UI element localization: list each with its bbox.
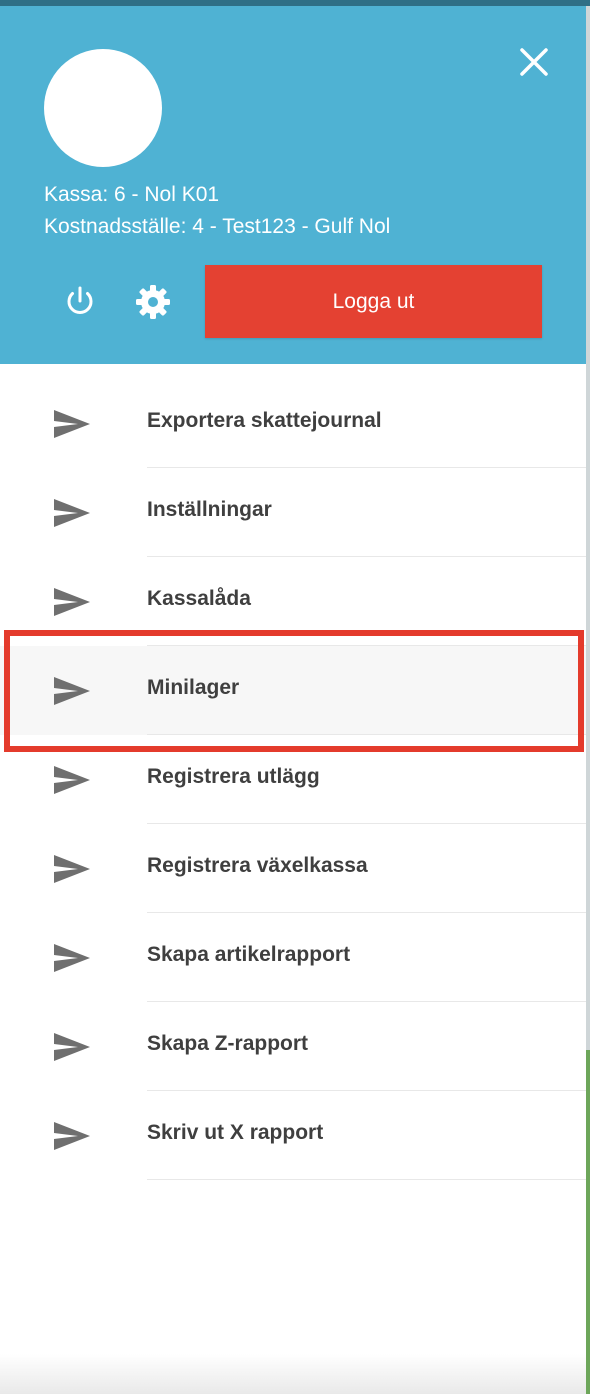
menu-item-label: Registrera växelkassa: [147, 854, 368, 877]
send-icon: [54, 410, 90, 438]
cost-center-info: Kostnadsställe: 4 - Test123 - Gulf Nol: [44, 215, 391, 238]
menu-item-minilager[interactable]: Minilager: [0, 646, 586, 735]
close-button[interactable]: [514, 42, 554, 82]
menu-item-label: Skapa artikelrapport: [147, 943, 351, 966]
send-icon: [54, 677, 90, 705]
menu-item-exportera-skattejournal[interactable]: Exportera skattejournal: [0, 379, 586, 468]
menu-item-skriv-ut-x-rapport[interactable]: Skriv ut X rapport: [0, 1091, 586, 1180]
divider: [147, 1179, 586, 1180]
menu-item-kassalada[interactable]: Kassalåda: [0, 557, 586, 646]
gear-icon: [136, 285, 170, 319]
drawer-header: Kassa: 6 - Nol K01 Kostnadsställe: 4 - T…: [0, 6, 586, 364]
menu-item-skapa-z-rapport[interactable]: Skapa Z-rapport: [0, 1002, 586, 1091]
send-icon: [54, 1033, 90, 1061]
settings-button[interactable]: [133, 282, 173, 322]
drawer-bottom-shadow: [0, 1354, 586, 1394]
send-icon: [54, 588, 90, 616]
menu-item-registrera-utlagg[interactable]: Registrera utlägg: [0, 735, 586, 824]
menu-item-label: Skapa Z-rapport: [147, 1032, 309, 1055]
drawer-menu: Exportera skattejournal Inställningar Ka…: [0, 379, 586, 1180]
send-icon: [54, 1122, 90, 1150]
menu-item-label: Inställningar: [147, 498, 272, 521]
send-icon: [54, 766, 90, 794]
power-icon: [67, 286, 93, 315]
menu-item-label: Skriv ut X rapport: [147, 1121, 324, 1144]
kassa-info: Kassa: 6 - Nol K01: [44, 183, 220, 206]
menu-item-label: Kassalåda: [147, 587, 251, 610]
menu-item-registrera-vaxelkassa[interactable]: Registrera växelkassa: [0, 824, 586, 913]
send-icon: [54, 855, 90, 883]
logout-button[interactable]: Logga ut: [205, 265, 542, 338]
menu-item-skapa-artikelrapport[interactable]: Skapa artikelrapport: [0, 913, 586, 1002]
send-icon: [54, 944, 90, 972]
avatar: [44, 49, 162, 167]
menu-item-installningar[interactable]: Inställningar: [0, 468, 586, 557]
menu-item-label: Exportera skattejournal: [147, 409, 382, 432]
power-button[interactable]: [60, 282, 100, 322]
background-edge-accent: [586, 1050, 590, 1394]
send-icon: [54, 499, 90, 527]
close-icon: [520, 48, 548, 76]
menu-item-label: Registrera utlägg: [147, 765, 320, 788]
menu-item-label: Minilager: [147, 676, 240, 699]
